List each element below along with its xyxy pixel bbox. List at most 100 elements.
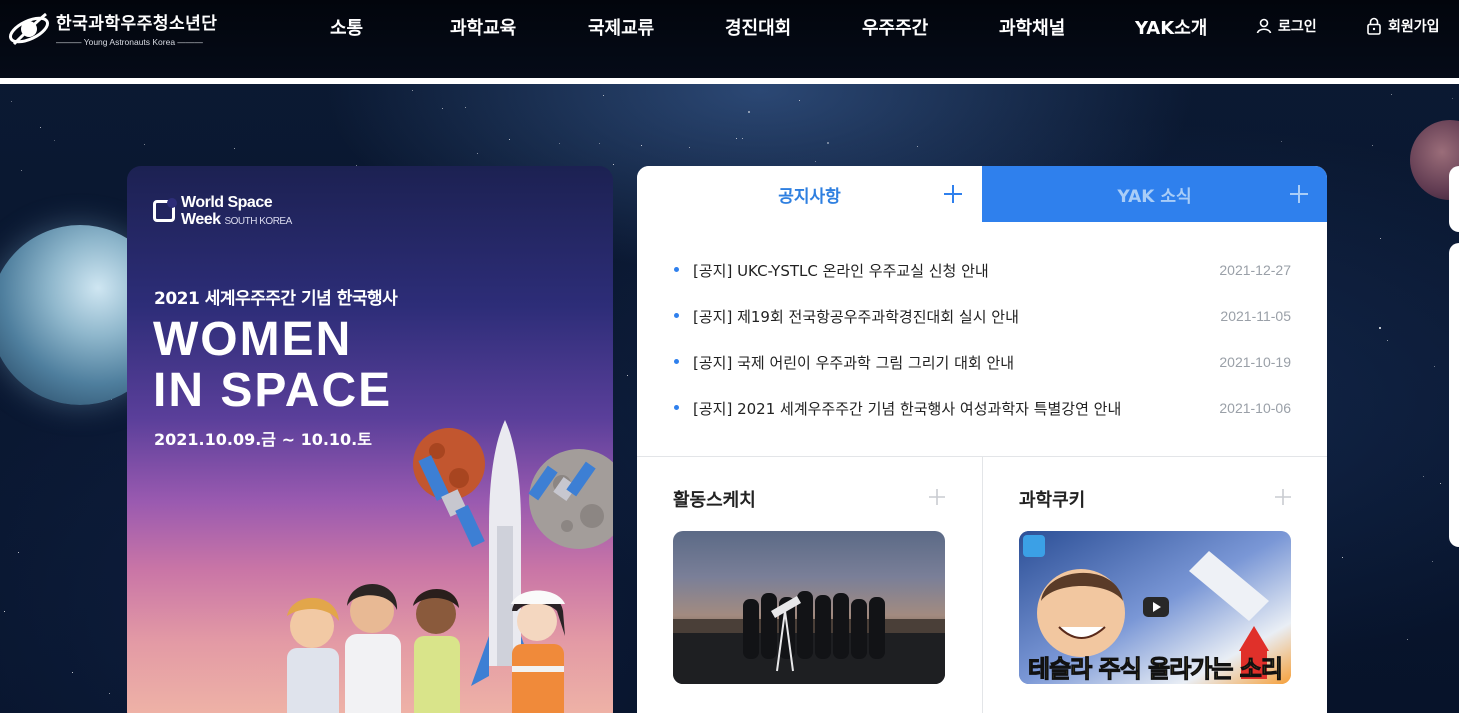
login-label: 로그인 [1278,19,1317,35]
plus-icon[interactable] [1273,487,1293,507]
event-poster-banner[interactable]: World Space Week SOUTH KOREA 2021 세계우주주간… [127,166,613,713]
characters-illustration [287,583,565,713]
star [465,107,466,108]
bullet-icon [674,313,679,318]
notice-date: 2021-10-19 [1219,354,1291,370]
notice-title[interactable]: [공지] 국제 어린이 우주과학 그림 그리기 대회 안내 [693,352,1014,373]
site-header: 한국과학우주청소년단 ——— Young Astronauts Korea ——… [0,0,1459,78]
bullet-icon [674,405,679,410]
star [18,552,19,553]
group-photo-illustration [673,591,945,684]
notice-item[interactable]: [공지] 국제 어린이 우주과학 그림 그리기 대회 안내 2021-10-19 [673,343,1291,389]
notice-item[interactable]: [공지] 제19회 전국항공우주과학경진대회 실시 안내 2021-11-05 [673,297,1291,343]
login-link[interactable]: 로그인 [1256,16,1317,36]
star [1423,476,1424,477]
star [613,164,614,165]
right-side-card [1449,243,1459,547]
bullet-icon [674,267,679,272]
notice-panel: 공지사항 YAK 소식 [공지] UKC-YSTLC 온라인 우주교실 신청 안… [637,166,1327,713]
notice-title[interactable]: [공지] 제19회 전국항공우주과학경진대회 실시 안내 [693,306,1019,327]
star [799,100,800,101]
right-side-card [1449,166,1459,232]
tab-notices[interactable]: 공지사항 [637,166,982,222]
star [11,101,12,102]
star [689,147,690,148]
star [748,111,750,113]
star [144,144,145,145]
nav-communication[interactable]: 소통 [330,14,363,40]
plus-icon[interactable] [927,487,947,507]
notice-title[interactable]: [공지] UKC-YSTLC 온라인 우주교실 신청 안내 [693,260,989,281]
star [627,375,628,376]
star [1387,340,1388,341]
star [641,145,642,146]
star [72,672,73,673]
star [509,139,510,140]
tab-notices-label: 공지사항 [778,187,841,207]
notice-item[interactable]: [공지] 2021 세계우주주간 기념 한국행사 여성과학자 특별강연 안내 2… [673,389,1291,435]
star [1440,483,1441,484]
notice-date: 2021-12-27 [1219,262,1291,278]
notice-item[interactable]: [공지] UKC-YSTLC 온라인 우주교실 신청 안내 2021-12-27 [673,251,1291,297]
star [477,153,478,154]
star [1380,238,1381,239]
nav-science-education[interactable]: 과학교육 [450,14,516,40]
bullet-icon [674,359,679,364]
section-divider-vertical [982,456,983,713]
play-icon[interactable] [1143,597,1169,617]
star [1391,94,1392,95]
site-logo[interactable]: 한국과학우주청소년단 ——— Young Astronauts Korea ——… [6,6,222,50]
moon-illustration [529,449,613,549]
star [1452,98,1453,99]
nav-international-exchange[interactable]: 국제교류 [588,14,654,40]
poster-illustration [287,420,613,713]
star [1379,327,1381,329]
nav-competition[interactable]: 경진대회 [725,14,791,40]
header-divider [0,78,1459,84]
person-icon [1256,18,1272,34]
tab-yak-news[interactable]: YAK 소식 [982,166,1327,222]
notice-date: 2021-10-06 [1219,400,1291,416]
star [1281,141,1282,142]
star [40,127,41,128]
nav-space-week[interactable]: 우주주간 [862,14,928,40]
star [827,142,829,144]
nav-about-yak[interactable]: YAK소개 [1135,14,1207,40]
notice-list: [공지] UKC-YSTLC 온라인 우주교실 신청 안내 2021-12-27… [673,251,1291,435]
plus-icon[interactable] [942,183,964,205]
star [603,95,604,96]
star [442,108,443,109]
star [234,148,235,149]
star [599,143,600,144]
logo-orbit-icon [8,12,50,46]
notice-date: 2021-11-05 [1220,308,1291,324]
activity-sketch-title: 활동스케치 [673,490,756,511]
star [1342,557,1343,558]
star [1432,561,1433,562]
notice-tabs: 공지사항 YAK 소식 [637,166,1327,222]
star [4,611,5,612]
science-cookie-video-thumbnail[interactable]: 테슬라 주식 올라가는 소리 [1019,531,1291,684]
signup-label: 회원가입 [1388,19,1440,35]
science-cookie-title: 과학쿠키 [1019,490,1086,511]
logo-name: 한국과학우주청소년단 [56,14,218,34]
video-caption: 테슬라 주식 올라가는 소리 [1028,655,1284,684]
star [21,170,22,171]
nav-science-channel[interactable]: 과학채널 [999,14,1065,40]
star [412,90,413,91]
activity-sketch-thumbnail[interactable] [673,531,945,684]
star [1407,639,1408,640]
star [1372,145,1373,146]
star [54,140,55,141]
plus-icon[interactable] [1288,183,1310,205]
star [815,161,816,162]
star [1434,366,1435,367]
notice-title[interactable]: [공지] 2021 세계우주주간 기념 한국행사 여성과학자 특별강연 안내 [693,398,1121,419]
lock-icon [1367,17,1381,35]
star [917,146,918,147]
star [559,143,560,144]
tab-yak-news-label: YAK 소식 [1117,187,1192,207]
logo-subtitle: ——— Young Astronauts Korea ——— [56,37,203,47]
star [109,693,110,694]
signup-link[interactable]: 회원가입 [1366,16,1440,36]
